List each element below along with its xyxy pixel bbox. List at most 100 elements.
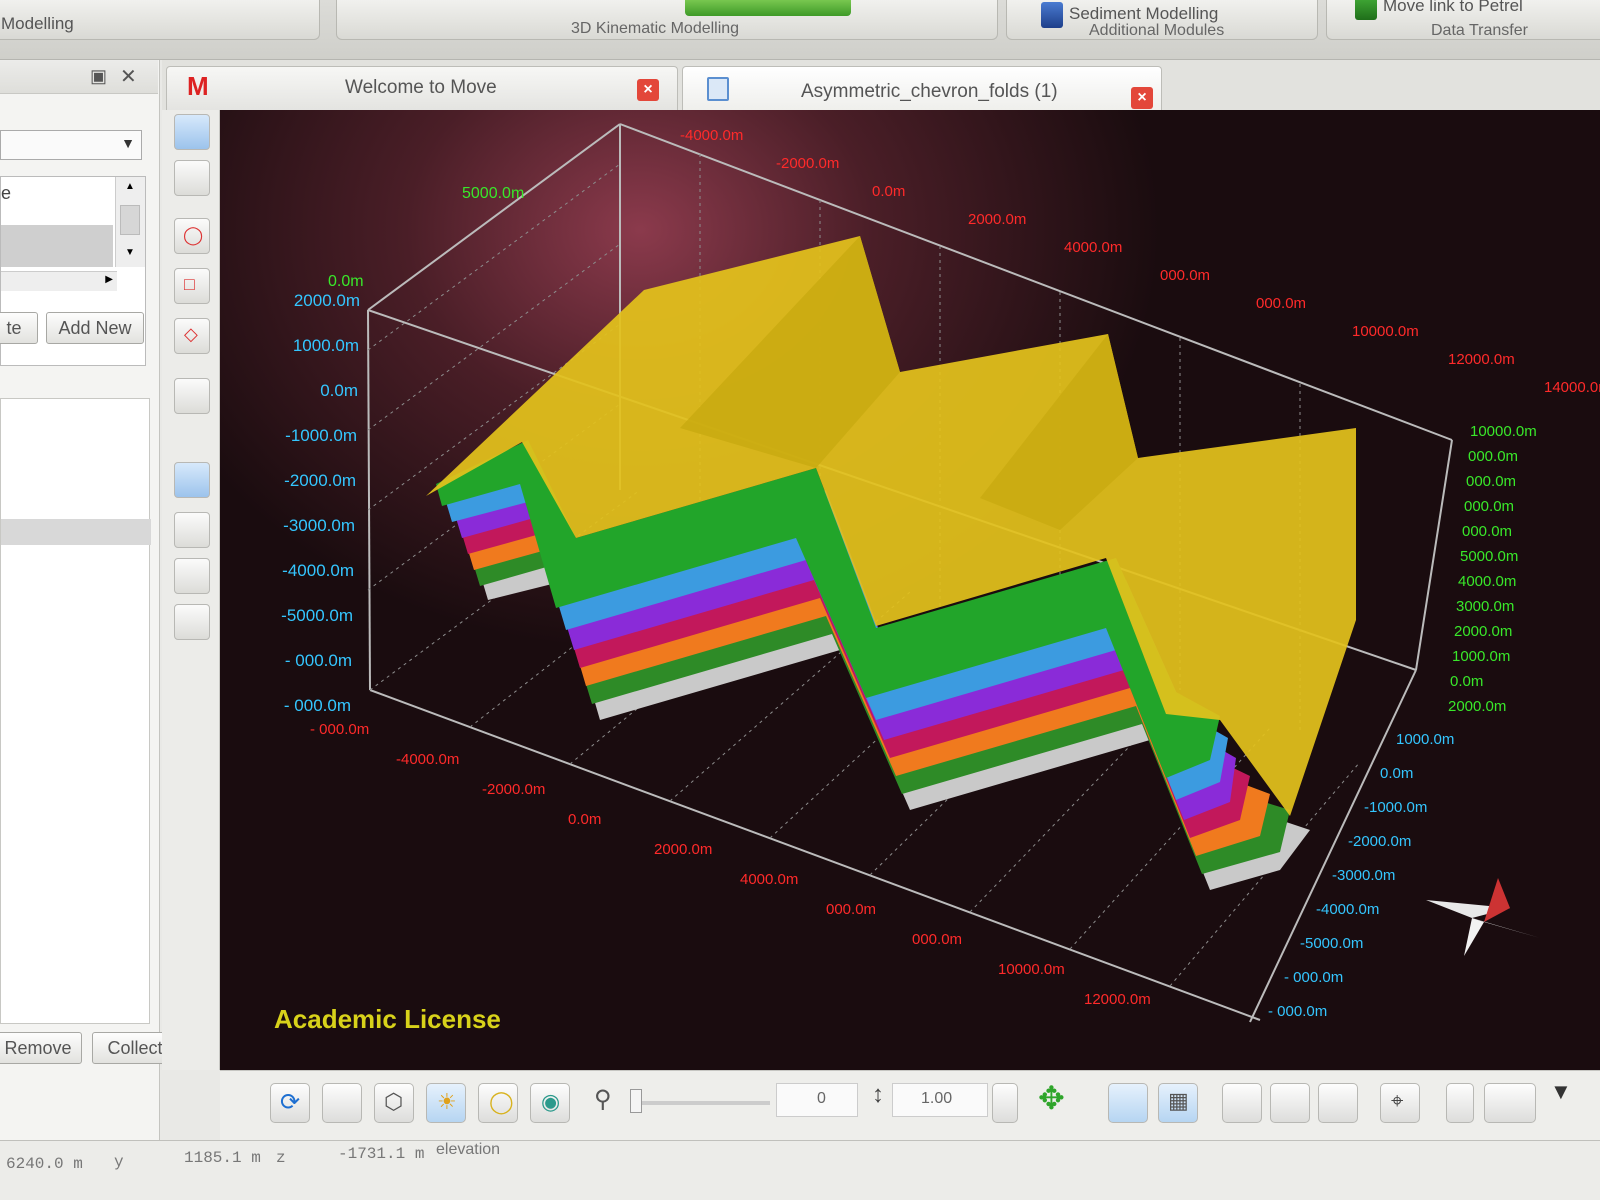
top-back-tick: -4000.0m (680, 127, 743, 144)
front-x-tick: 000.0m (912, 931, 962, 948)
light-icon: ⚲ (594, 1086, 612, 1113)
tab-asymmetric-folds[interactable]: Asymmetric_chevron_folds (1) × (682, 66, 1162, 110)
tab-welcome[interactable]: M Welcome to Move × (166, 66, 678, 110)
close-tab-icon[interactable]: × (637, 79, 659, 101)
point-tool-icon[interactable] (174, 462, 210, 498)
z-axis-tick: - 000.0m (285, 651, 352, 670)
exaggeration-input[interactable]: 1.00 (892, 1083, 988, 1117)
window-layout-icon[interactable] (1484, 1083, 1536, 1123)
add-point-tool-icon[interactable] (174, 558, 210, 594)
cube-icon[interactable]: ⬡ (374, 1083, 414, 1123)
ring-icon[interactable]: ◯ (478, 1083, 518, 1123)
z-axis-tick: 1000.0m (293, 336, 359, 355)
z-axis-label: z (276, 1149, 286, 1167)
lasso-tool-icon[interactable]: ◯ (174, 218, 210, 254)
kinematic-module-button[interactable] (685, 0, 851, 16)
document-icon (707, 77, 729, 101)
horizon-stack (426, 236, 1356, 890)
additional-label: Additional Modules (1089, 22, 1225, 39)
pan-icon[interactable] (322, 1083, 362, 1123)
move-tool-icon[interactable] (174, 160, 210, 196)
toolbar-overflow-icon[interactable]: ▼ (1550, 1079, 1572, 1105)
step-input[interactable]: 0 (776, 1083, 858, 1117)
delete-button[interactable]: te (0, 312, 38, 344)
apply-exaggeration-icon[interactable] (992, 1083, 1018, 1123)
3d-scene[interactable]: 2000.0m 1000.0m 0.0m -1000.0m -2000.0m -3000.… (220, 110, 1600, 1070)
close-tab-icon[interactable]: × (1131, 87, 1153, 109)
center-view-icon[interactable]: ⌖ (1380, 1083, 1420, 1123)
compass-icon[interactable] (1426, 878, 1540, 956)
data-transfer-group: Move link to Petrel Data Transfer (1326, 0, 1600, 40)
select-tool-icon[interactable] (174, 114, 210, 150)
zoom-in-icon[interactable] (1318, 1083, 1358, 1123)
restore-icon[interactable]: ▣ (90, 66, 107, 87)
top-back-tick: 000.0m (1256, 295, 1306, 312)
delete-point-tool-icon[interactable] (174, 604, 210, 640)
paint-tool-icon[interactable] (174, 378, 210, 414)
properties-box[interactable] (0, 398, 151, 1024)
zoom-out-icon[interactable] (1270, 1083, 1310, 1123)
light-slider-thumb[interactable] (630, 1089, 642, 1113)
front-x-tick: 0.0m (568, 811, 601, 828)
right-green-tick: 000.0m (1464, 498, 1514, 515)
right-green-tick: 3000.0m (1456, 598, 1514, 615)
polygon-tool-icon[interactable]: ◇ (174, 318, 210, 354)
front-x-tick: 000.0m (826, 901, 876, 918)
front-x-tick: - 000.0m (310, 721, 369, 738)
right-blue-tick: -3000.0m (1332, 867, 1395, 884)
list-item-selected[interactable] (1, 225, 113, 267)
z-coordinate: -1731.1 m (338, 1145, 425, 1163)
sediment-button[interactable]: Sediment Modelling (1069, 4, 1218, 24)
navigation-arrows-icon[interactable]: ✥ (1038, 1079, 1065, 1117)
ribbon: Modelling 3D Kinematic Modelling Sedimen… (0, 0, 1600, 60)
petrel-link-button[interactable]: Move link to Petrel (1383, 0, 1523, 16)
right-green-tick: 000.0m (1462, 523, 1512, 540)
list-scrollbar[interactable]: ▲ ▼ (115, 177, 145, 267)
scroll-up-icon[interactable]: ▲ (125, 181, 135, 192)
scroll-thumb[interactable] (120, 205, 140, 235)
modelling-label: Modelling (1, 14, 74, 33)
properties-row-selected[interactable] (1, 519, 151, 545)
zoom-window-icon[interactable] (1222, 1083, 1262, 1123)
scroll-right-icon[interactable]: ▶ (105, 274, 113, 285)
right-green-tick: 5000.0m (1460, 548, 1518, 565)
remove-button[interactable]: Remove (0, 1032, 82, 1064)
right-green-axis-labels: 10000.0m 000.0m 000.0m 000.0m 000.0m 5000.0m 4… (1448, 423, 1537, 715)
right-blue-tick: - 000.0m (1284, 969, 1343, 986)
y-axis-label: y (114, 1153, 124, 1171)
vertical-exaggeration-icon: ↕ (872, 1081, 884, 1108)
grid-icon[interactable]: ▦ (1158, 1083, 1198, 1123)
3d-viewport[interactable]: 2000.0m 1000.0m 0.0m -1000.0m -2000.0m -3000.… (220, 110, 1600, 1070)
z-axis-tick: -5000.0m (281, 606, 353, 625)
scroll-down-icon[interactable]: ▼ (125, 247, 135, 258)
tab-folds-label: Asymmetric_chevron_folds (1) (801, 81, 1058, 102)
front-x-tick: 2000.0m (654, 841, 712, 858)
top-back-tick: 000.0m (1160, 267, 1210, 284)
z-axis-tick: 2000.0m (294, 291, 360, 310)
vertical-toolbar: ◯ □ ◇ (162, 110, 220, 1070)
right-green-tick: 10000.0m (1470, 423, 1537, 440)
h-scrollbar[interactable]: ▶ (1, 271, 117, 291)
filter-icon[interactable] (1446, 1083, 1474, 1123)
digitize-tool-icon[interactable] (174, 512, 210, 548)
top-back-tick: 12000.0m (1448, 351, 1515, 368)
right-green-tick: 2000.0m (1448, 698, 1506, 715)
object-dropdown[interactable]: ▼ (0, 130, 142, 160)
kinematic-label: 3D Kinematic Modelling (571, 20, 740, 37)
sun-icon[interactable]: ☀ (426, 1083, 466, 1123)
panel-header: ▣ ✕ (0, 60, 158, 94)
globe-icon[interactable]: ◉ (530, 1083, 570, 1123)
top-back-tick: 10000.0m (1352, 323, 1419, 340)
close-panel-icon[interactable]: ✕ (120, 64, 137, 89)
perspective-icon[interactable] (1108, 1083, 1148, 1123)
front-x-tick: 4000.0m (740, 871, 798, 888)
rectangle-tool-icon[interactable]: □ (174, 268, 210, 304)
light-slider[interactable] (630, 1089, 770, 1113)
right-green-tick: 2000.0m (1454, 623, 1512, 640)
exaggeration-value: 1.00 (921, 1090, 953, 1107)
top-back-tick: 4000.0m (1064, 239, 1122, 256)
list-header: e (1, 183, 12, 203)
right-blue-tick: -5000.0m (1300, 935, 1363, 952)
add-new-button[interactable]: Add New (46, 312, 144, 344)
rotate-icon[interactable]: ⟳ (270, 1083, 310, 1123)
